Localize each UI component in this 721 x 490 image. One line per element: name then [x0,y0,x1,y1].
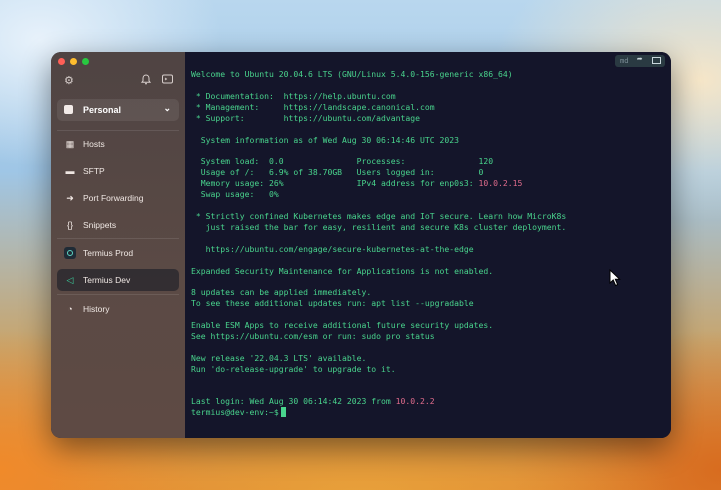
terminal-line: Last login: Wed Aug 30 06:14:42 2023 fro… [191,396,435,407]
terminal-line: Enable ESM Apps to receive additional fu… [191,320,494,330]
folder-icon: ▬ [65,166,75,176]
sidebar-item-label: Termius Dev [83,275,131,285]
terminal-line: To see these additional updates run: apt… [191,298,474,308]
terminal-icon[interactable] [162,74,173,87]
share-icon[interactable]: ➦ [637,55,642,66]
vault-label: Personal [83,105,122,115]
chevron-down-icon: ⌄ [163,103,171,113]
minimize-window-button[interactable] [70,58,77,65]
divider [57,294,179,295]
termius-window: ⚙ Personal ⌄ ▦ Hosts ▬ SFTP ➜ Port Forwa… [51,52,671,438]
sidebar-item-snippets[interactable]: {} Snippets [57,214,179,236]
window-controls [58,58,89,65]
clock-icon: ◔ [67,304,73,314]
sidebar-item-label: SFTP [83,166,105,176]
sidebar-item-history[interactable]: ◔ History [57,298,179,320]
sidebar-item-label: Hosts [83,139,105,149]
terminal-line: Welcome to Ubuntu 20.04.6 LTS (GNU/Linux… [191,69,513,79]
sidebar-item-port-forwarding[interactable]: ➜ Port Forwarding [57,187,179,209]
terminal-line: Expanded Security Maintenance for Applic… [191,266,494,276]
terminal-line: System load: 0.0 Processes: 120 [191,156,494,166]
terminal-line: New release '22.04.3 LTS' available. [191,353,367,363]
terminal-line: System information as of Wed Aug 30 06:1… [191,135,460,145]
sidebar-item-termius-dev[interactable]: ◁ Termius Dev [57,269,179,291]
split-view-icon[interactable] [652,57,661,64]
terminal-line: * Support: https://ubuntu.com/advantage [191,113,421,123]
terminal-line: 8 updates can be applied immediately. [191,287,372,297]
ip-address: 10.0.2.15 [478,178,523,188]
sidebar-item-hosts[interactable]: ▦ Hosts [57,133,179,155]
sidebar-toolbar: ⚙ [64,74,173,90]
braces-icon: {} [66,220,73,230]
vault-icon [64,105,73,114]
sidebar: ⚙ Personal ⌄ ▦ Hosts ▬ SFTP ➜ Port Forwa… [51,52,185,438]
sidebar-item-sftp[interactable]: ▬ SFTP [57,160,179,182]
bell-icon[interactable] [140,74,152,88]
grid-icon: ▦ [65,139,75,149]
terminal-line: Memory usage: 26% IPv4 address for enp0s… [191,178,523,189]
ip-address: 10.0.2.2 [395,396,435,406]
terminal-output[interactable]: md ➦ Welcome to Ubuntu 20.04.6 LTS (GNU/… [185,52,671,438]
terminal-line: https://ubuntu.com/engage/secure-kuberne… [191,244,474,254]
text-cursor [280,407,286,417]
terminal-line: Usage of /: 6.9% of 38.70GB Users logged… [191,167,484,177]
sidebar-item-label: Termius Prod [83,248,134,258]
terminal-line: * Management: https://landscape.canonica… [191,102,435,112]
divider [57,238,179,239]
sidebar-item-label: History [83,304,110,314]
terminal-text: Memory usage: 26% IPv4 address for enp0s… [191,178,479,188]
close-window-button[interactable] [58,58,65,65]
terminal-line: See https://ubuntu.com/esm or run: sudo … [191,331,435,341]
terminal-line: * Documentation: https://help.ubuntu.com [191,91,396,101]
terminal-line: Run 'do-release-upgrade' to upgrade to i… [191,364,396,374]
sidebar-item-termius-prod[interactable]: Termius Prod [57,242,179,264]
arrow-right-icon: ➜ [66,193,74,203]
terminal-line: just raised the bar for easy, resilient … [191,222,567,232]
vault-selector[interactable]: Personal ⌄ [57,99,179,121]
terminal-icon: ◁ [66,275,74,285]
toolbar-label: md [620,57,629,65]
maximize-window-button[interactable] [82,58,89,65]
divider [57,130,179,131]
terminal-line: Swap usage: 0% [191,189,279,199]
shell-prompt: termius@dev-env:~$ [191,407,279,417]
terminal-line: * Strictly confined Kubernetes makes edg… [191,211,567,221]
host-icon [64,247,76,259]
mouse-pointer-icon [609,269,621,287]
terminal-toolbar[interactable]: md ➦ [615,55,665,67]
terminal-prompt-line[interactable]: termius@dev-env:~$ [191,407,286,418]
gear-icon[interactable]: ⚙ [64,74,74,87]
terminal-text: Last login: Wed Aug 30 06:14:42 2023 fro… [191,396,396,406]
sidebar-item-label: Snippets [83,220,117,230]
sidebar-item-label: Port Forwarding [83,193,144,203]
